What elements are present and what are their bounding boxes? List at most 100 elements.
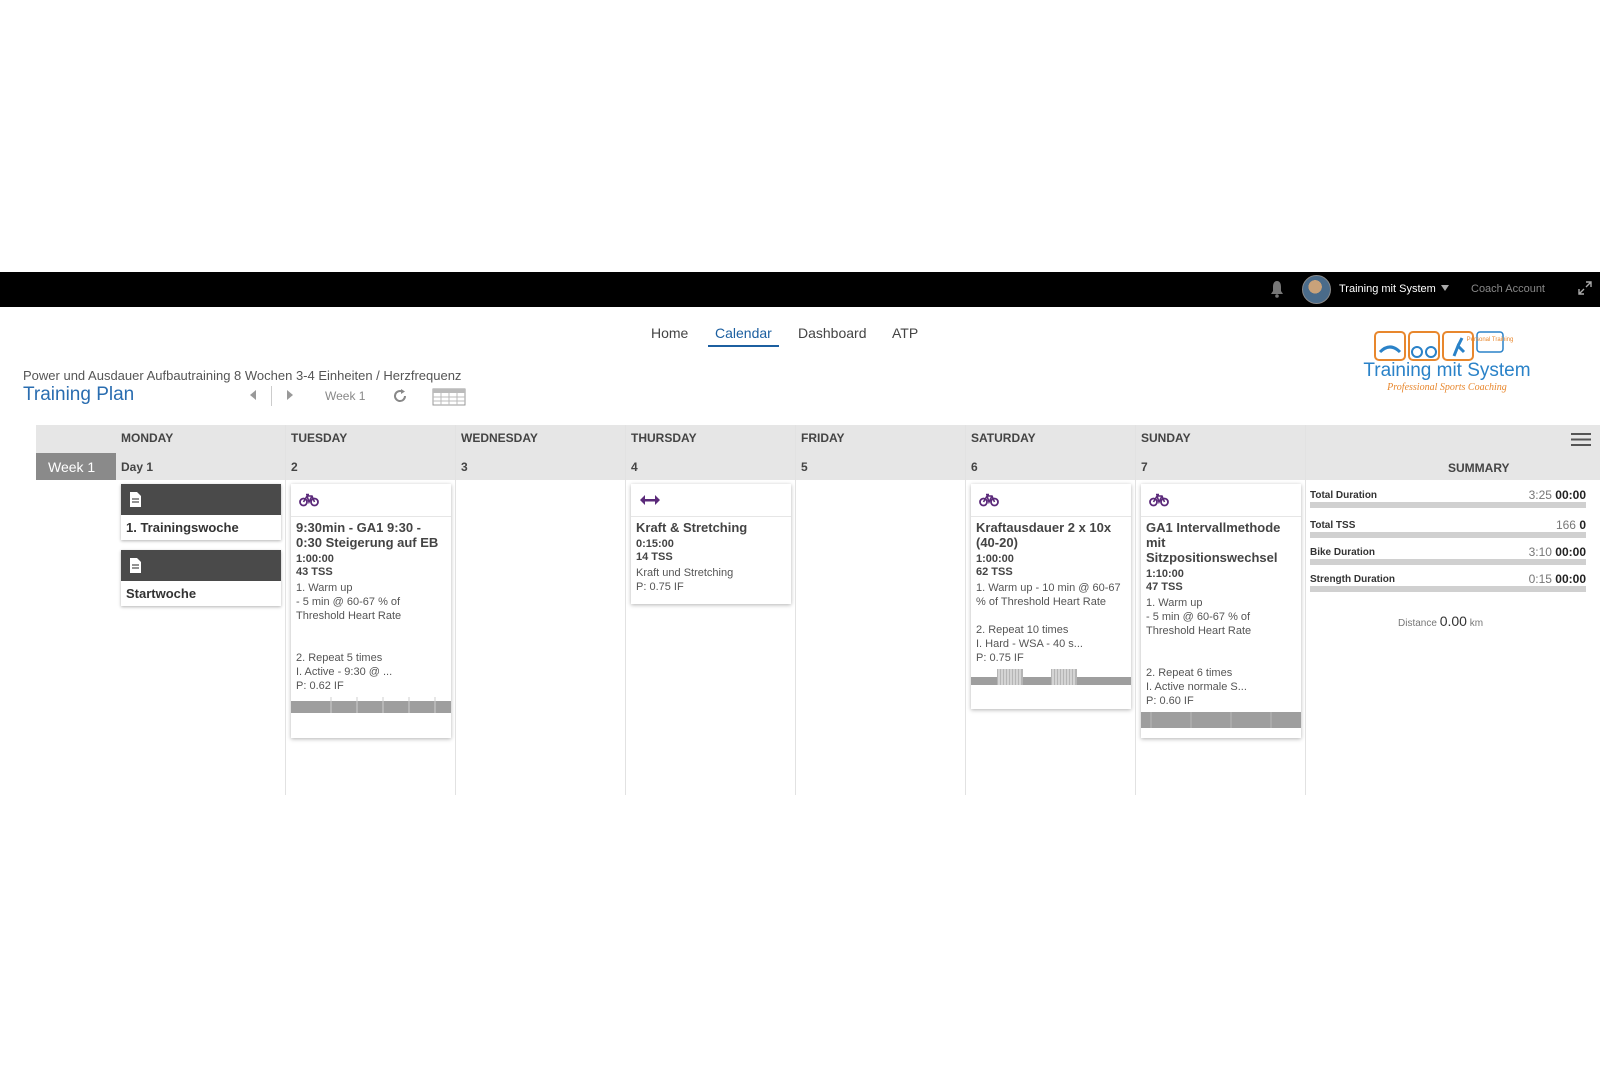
summary-planned: 3:10 [1528,545,1552,559]
workout-title: GA1 Intervallmethode mit Sitzpositionswe… [1146,520,1281,565]
workout-card[interactable]: Kraftausdauer 2 x 10x (40-20) 1:00:00 62… [971,484,1131,709]
note-title: 1. Trainingswoche [126,520,239,535]
user-name[interactable]: Training mit System [1339,283,1436,295]
nav-atp[interactable]: ATP [892,325,918,341]
bell-icon[interactable] [1270,280,1284,298]
summary-planned: 3:25 [1528,488,1552,502]
summary-row: Total TSS 166 0 [1310,518,1586,540]
plan-subtitle: Power und Ausdauer Aufbautraining 8 Woch… [23,368,462,383]
summary-actual: 00:00 [1555,572,1586,586]
summary-progress-bar [1310,586,1586,592]
calendar-icon[interactable] [432,386,466,406]
dumbbell-icon [640,495,660,505]
workout-tss: 43 TSS [296,566,333,578]
workout-if: P: 0.75 IF [976,652,1024,664]
summary-label: Bike Duration [1310,547,1376,558]
summary-progress-bar [1310,559,1586,565]
workout-if: P: 0.75 IF [636,581,684,593]
summary-planned: 0:15 [1528,572,1552,586]
day-name: SATURDAY [971,431,1036,445]
day-name: FRIDAY [801,431,845,445]
nav-home[interactable]: Home [651,325,688,341]
day-name: TUESDAY [291,431,348,445]
nav-calendar[interactable]: Calendar [708,325,779,347]
workout-tss: 47 TSS [1146,581,1183,593]
distance-unit: km [1469,618,1484,629]
day-number: 5 [801,460,808,474]
document-icon [130,558,141,573]
day-name: WEDNESDAY [461,431,538,445]
workout-duration: 1:10:00 [1146,568,1184,580]
summary-row: Strength Duration 0:15 00:00 [1310,572,1586,594]
workout-tss: 62 TSS [976,566,1013,578]
refresh-icon[interactable] [392,388,408,404]
day-column-friday: FRIDAY 5 [796,425,966,795]
workout-tss: 14 TSS [636,551,673,563]
day-column-thursday: THURSDAY 4 [626,425,796,795]
workout-card[interactable]: Kraft & Stretching 0:15:00 14 TSS Kraft … [631,484,791,604]
workout-title: Kraftausdauer 2 x 10x (40-20) [976,520,1112,550]
workout-card[interactable]: 9:30min - GA1 9:30 - 0:30 Steigerung auf… [291,484,451,738]
day-column-wednesday: WEDNESDAY 3 [456,425,626,795]
workout-title: Kraft & Stretching [636,520,748,535]
nav-dashboard[interactable]: Dashboard [798,325,867,341]
summary-row: Total Duration 3:25 00:00 [1310,488,1586,510]
day-number: 3 [461,460,468,474]
summary-progress-bar [1310,532,1586,538]
page-title: Training Plan [23,384,135,405]
day-number: 2 [291,460,298,474]
coach-account-label[interactable]: Coach Account [1471,283,1545,295]
day-number: 6 [971,460,978,474]
menu-icon[interactable] [1571,432,1591,447]
expand-icon[interactable] [1578,281,1592,295]
summary-planned: 166 [1555,518,1576,532]
note-title: Startwoche [126,586,197,601]
summary-row: Bike Duration 3:10 00:00 [1310,545,1586,567]
workout-profile [1141,712,1301,728]
workout-if: P: 0.60 IF [1146,695,1194,707]
note-card[interactable]: Startwoche [121,550,281,606]
document-icon [130,492,141,507]
day-name: THURSDAY [631,431,697,445]
week-selector[interactable]: Week 1 [325,389,365,403]
workout-description: 1. Warm up - 5 min @ 60-67 % of Threshol… [1146,597,1252,693]
workout-if: P: 0.62 IF [296,680,344,692]
logo-tagline: Professional Sports Coaching [1387,382,1507,393]
bike-icon [979,493,999,507]
next-week-icon[interactable] [285,389,295,401]
workout-description: 1. Warm up - 5 min @ 60-67 % of Threshol… [296,582,402,678]
chevron-down-icon[interactable] [1441,285,1449,291]
workout-profile [291,697,451,713]
prev-week-icon[interactable] [248,389,258,401]
workout-duration: 1:00:00 [976,553,1014,565]
note-card[interactable]: 1. Trainingswoche [121,484,281,540]
summary-label: Total Duration [1310,490,1378,501]
workout-description: 1. Warm up - 10 min @ 60-67 % of Thresho… [976,582,1121,650]
workout-title: 9:30min - GA1 9:30 - 0:30 Steigerung auf… [296,520,439,550]
week-label: Week 1 [36,453,116,480]
summary-distance: Distance 0.00 km [1398,613,1483,629]
divider [271,386,272,406]
workout-description: Kraft und Stretching [636,567,734,579]
logo-badge-text: Personal Training [1467,337,1514,343]
summary-label: Strength Duration [1310,574,1395,585]
workout-card[interactable]: GA1 Intervallmethode mit Sitzpositionswe… [1141,484,1301,738]
day-number: 7 [1141,460,1148,474]
summary-label: Total TSS [1310,520,1356,531]
distance-value: 0.00 [1439,613,1467,629]
day-name: SUNDAY [1141,431,1191,445]
brand-logo: Personal Training Training mit System Pr… [1342,328,1552,400]
logo-name: Training mit System [1363,360,1531,381]
day-column-monday: MONDAY Day 1 [116,425,286,795]
summary-actual: 00:00 [1555,488,1586,502]
workout-profile [971,669,1131,685]
summary-title: SUMMARY [1448,461,1510,475]
workout-duration: 1:00:00 [296,553,334,565]
day-number: 4 [631,460,638,474]
avatar[interactable] [1302,275,1331,304]
summary-actual: 00:00 [1555,545,1586,559]
distance-label: Distance [1398,618,1437,629]
bike-icon [299,493,319,507]
day-name: MONDAY [121,431,174,445]
bike-icon [1149,493,1169,507]
